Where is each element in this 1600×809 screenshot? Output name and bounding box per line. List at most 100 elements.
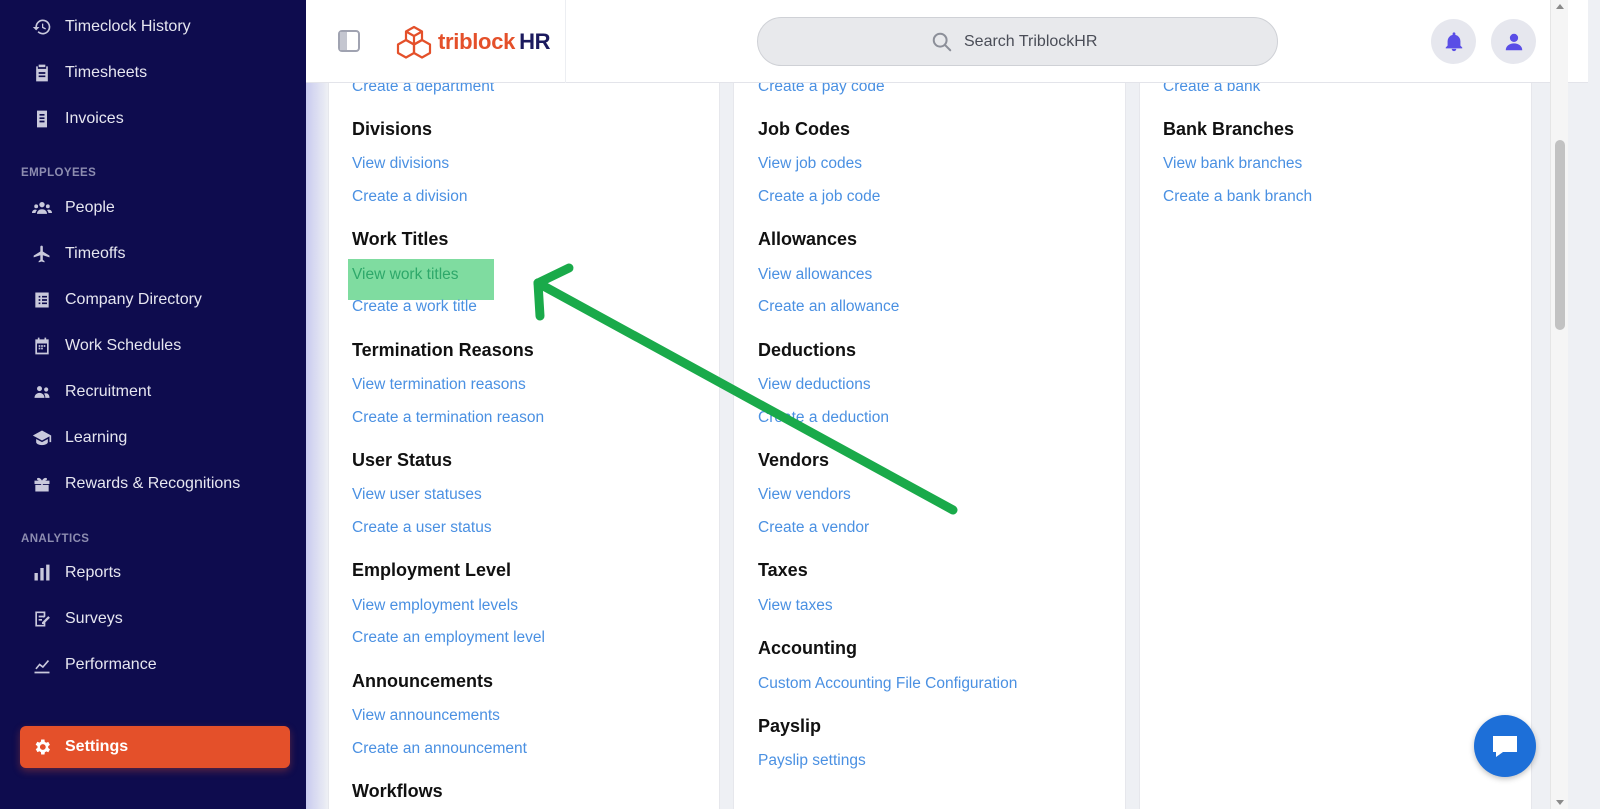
view-bank-branches-link[interactable]: View bank branches bbox=[1163, 155, 1302, 173]
view-termination-reasons-link[interactable]: View termination reasons bbox=[352, 376, 526, 394]
survey-icon bbox=[32, 609, 52, 629]
create-vendor-link[interactable]: Create a vendor bbox=[758, 519, 869, 537]
sidebar-item-label: Rewards & Recognitions bbox=[65, 475, 241, 492]
sidebar-item-invoices[interactable]: Invoices bbox=[0, 99, 306, 139]
view-employment-levels-link[interactable]: View employment levels bbox=[352, 597, 518, 615]
logo[interactable]: triblock HR bbox=[394, 0, 566, 83]
search-icon bbox=[932, 32, 952, 51]
sidebar-item-label: Invoices bbox=[65, 110, 124, 127]
sidebar: Timeclock History Timesheets Invoices EM… bbox=[0, 0, 306, 809]
sidebar-item-label: Surveys bbox=[65, 610, 123, 627]
sidebar-item-learning[interactable]: Learning bbox=[0, 418, 306, 458]
create-bank-branch-link[interactable]: Create a bank branch bbox=[1163, 188, 1312, 206]
calendar-icon bbox=[32, 336, 52, 356]
create-division-link[interactable]: Create a division bbox=[352, 188, 467, 206]
custom-accounting-file-link[interactable]: Custom Accounting File Configuration bbox=[758, 675, 1017, 693]
sidebar-item-label: Learning bbox=[65, 429, 128, 446]
sidebar-item-label: Timeclock History bbox=[65, 18, 191, 35]
directory-icon bbox=[32, 290, 52, 310]
recruitment-icon bbox=[32, 382, 52, 402]
section-title-announcements: Announcements bbox=[352, 671, 494, 691]
view-deductions-link[interactable]: View deductions bbox=[758, 376, 871, 394]
line-chart-icon bbox=[32, 655, 52, 675]
view-announcements-link[interactable]: View announcements bbox=[352, 707, 500, 725]
profile-button[interactable] bbox=[1491, 19, 1536, 64]
sidebar-item-reports[interactable]: Reports bbox=[0, 553, 306, 593]
section-title-allowances: Allowances bbox=[758, 229, 858, 249]
sidebar-item-label: Reports bbox=[65, 564, 122, 581]
section-title-payslip: Payslip bbox=[758, 716, 822, 736]
section-title-vendors: Vendors bbox=[758, 450, 830, 470]
sidebar-item-label: Timesheets bbox=[65, 64, 148, 81]
create-announcement-link[interactable]: Create an announcement bbox=[352, 740, 527, 758]
section-title-work-titles: Work Titles bbox=[352, 229, 449, 249]
timeclock-history-icon bbox=[32, 17, 52, 37]
section-title-workflows: Workflows bbox=[352, 781, 443, 801]
scroll-thumb[interactable] bbox=[1555, 140, 1565, 330]
sidebar-item-timesheets[interactable]: Timesheets bbox=[0, 53, 306, 93]
graduation-cap-icon bbox=[32, 428, 52, 448]
search-input[interactable] bbox=[964, 32, 1164, 51]
section-title-user-status: User Status bbox=[352, 450, 453, 470]
plane-icon bbox=[32, 244, 52, 264]
view-job-codes-link[interactable]: View job codes bbox=[758, 155, 862, 173]
view-user-statuses-link[interactable]: View user statuses bbox=[352, 486, 482, 504]
people-icon bbox=[32, 198, 52, 218]
page-scrollbar[interactable] bbox=[1550, 0, 1568, 809]
sidebar-item-performance[interactable]: Performance bbox=[0, 645, 306, 685]
create-termination-reason-link[interactable]: Create a termination reason bbox=[352, 409, 544, 427]
sidebar-item-settings[interactable]: Settings bbox=[20, 726, 290, 768]
bell-icon bbox=[1445, 31, 1462, 51]
chat-button[interactable] bbox=[1474, 715, 1536, 777]
sidebar-item-timeclock-history[interactable]: Timeclock History bbox=[0, 7, 306, 47]
sidebar-item-recruitment[interactable]: Recruitment bbox=[0, 372, 306, 412]
view-divisions-link[interactable]: View divisions bbox=[352, 155, 449, 173]
logo-text: triblock HR bbox=[438, 28, 551, 55]
section-title-termination-reasons: Termination Reasons bbox=[352, 340, 534, 360]
payslip-settings-link[interactable]: Payslip settings bbox=[758, 752, 866, 770]
logo-text-suffix: HR bbox=[519, 28, 551, 54]
gear-icon bbox=[32, 737, 52, 757]
create-employment-level-link[interactable]: Create an employment level bbox=[352, 629, 545, 647]
invoices-icon bbox=[32, 109, 52, 129]
section-title-accounting: Accounting bbox=[758, 638, 857, 658]
create-user-status-link[interactable]: Create a user status bbox=[352, 519, 492, 537]
sidebar-toggle-icon[interactable] bbox=[338, 30, 360, 52]
triblock-logo-icon bbox=[396, 25, 432, 59]
scroll-down-arrow-icon[interactable] bbox=[1556, 800, 1564, 805]
sidebar-item-company-directory[interactable]: Company Directory bbox=[0, 280, 306, 320]
create-work-title-link[interactable]: Create a work title bbox=[352, 298, 477, 316]
section-analytics: ANALYTICS bbox=[21, 533, 90, 545]
section-title-deductions: Deductions bbox=[758, 340, 857, 360]
section-title-bank-branches: Bank Branches bbox=[1163, 119, 1295, 139]
sidebar-item-label: Recruitment bbox=[65, 383, 152, 400]
notifications-button[interactable] bbox=[1431, 19, 1476, 64]
gift-icon bbox=[32, 474, 52, 494]
view-vendors-link[interactable]: View vendors bbox=[758, 486, 851, 504]
create-deduction-link[interactable]: Create a deduction bbox=[758, 409, 889, 427]
view-work-titles-link[interactable]: View work titles bbox=[352, 266, 459, 284]
section-title-taxes: Taxes bbox=[758, 560, 808, 580]
create-job-code-link[interactable]: Create a job code bbox=[758, 188, 880, 206]
top-header: triblock HR bbox=[306, 0, 1588, 83]
timesheets-icon bbox=[32, 63, 52, 83]
sidebar-item-work-schedules[interactable]: Work Schedules bbox=[0, 326, 306, 366]
sidebar-item-surveys[interactable]: Surveys bbox=[0, 599, 306, 639]
sidebar-item-label: Performance bbox=[65, 656, 157, 673]
section-title-employment-level: Employment Level bbox=[352, 560, 512, 580]
create-allowance-link[interactable]: Create an allowance bbox=[758, 298, 899, 316]
sidebar-item-label: Settings bbox=[65, 738, 129, 755]
search-bar[interactable] bbox=[757, 17, 1278, 66]
sidebar-item-label: Company Directory bbox=[65, 291, 202, 308]
view-allowances-link[interactable]: View allowances bbox=[758, 266, 872, 284]
sidebar-item-label: Work Schedules bbox=[65, 337, 182, 354]
section-employees: EMPLOYEES bbox=[21, 167, 97, 179]
section-title-divisions: Divisions bbox=[352, 119, 433, 139]
view-taxes-link[interactable]: View taxes bbox=[758, 597, 833, 615]
sidebar-item-people[interactable]: People bbox=[0, 188, 306, 228]
scroll-up-arrow-icon[interactable] bbox=[1556, 4, 1564, 9]
sidebar-item-rewards[interactable]: Rewards & Recognitions bbox=[0, 464, 306, 504]
sidebar-item-label: People bbox=[65, 199, 115, 216]
sidebar-item-timeoffs[interactable]: Timeoffs bbox=[0, 234, 306, 274]
user-icon bbox=[1505, 33, 1522, 50]
